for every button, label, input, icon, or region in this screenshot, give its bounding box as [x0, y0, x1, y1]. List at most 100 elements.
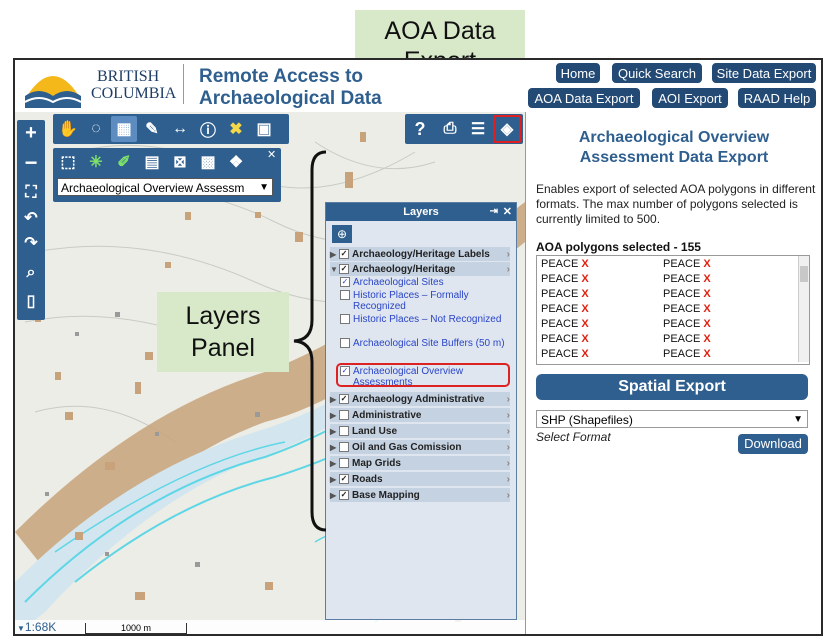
layer-checkbox[interactable]: ✓: [339, 264, 349, 274]
expand-icon[interactable]: ▶: [330, 427, 337, 436]
eraser-icon[interactable]: ✎: [139, 116, 165, 142]
collapse-icon[interactable]: ▼: [330, 265, 338, 274]
expand-icon[interactable]: ▶: [330, 491, 337, 500]
zoom-out-icon[interactable]: −: [18, 150, 44, 176]
remove-polygon-icon[interactable]: X: [703, 273, 710, 285]
layer-checkbox[interactable]: [340, 314, 350, 324]
layer-checkbox[interactable]: ✓: [340, 277, 350, 287]
clear-icon[interactable]: ✖: [223, 116, 249, 142]
zoom-in-icon[interactable]: +: [18, 120, 44, 146]
layer-group-administrative[interactable]: ▶ Administrative ›: [330, 408, 510, 422]
layer-checkbox[interactable]: ✓: [339, 249, 349, 259]
sublayer-site-buffers[interactable]: Archaeological Site Buffers (50 m): [340, 338, 508, 349]
lasso-select-icon[interactable]: ◌: [83, 116, 109, 142]
next-extent-icon[interactable]: ↷: [18, 230, 44, 256]
expand-icon[interactable]: ▶: [330, 459, 337, 468]
layer-group-map-grids[interactable]: ▶ Map Grids ›: [330, 456, 510, 470]
remove-polygon-icon[interactable]: X: [703, 288, 710, 300]
remove-polygon-icon[interactable]: X: [703, 333, 710, 345]
search-icon[interactable]: ⌕: [18, 260, 44, 286]
layer-group-base-mapping[interactable]: ▶ ✓ Base Mapping ›: [330, 488, 510, 502]
layer-checkbox[interactable]: ✓: [339, 474, 349, 484]
select-polygon-icon[interactable]: ✐: [111, 149, 137, 175]
polygon-name: PEACE: [663, 288, 701, 300]
layer-checkbox[interactable]: [339, 442, 349, 452]
add-layer-icon[interactable]: ⊕: [332, 225, 352, 243]
save-icon[interactable]: ▣: [251, 116, 277, 142]
layer-group-heritage[interactable]: ▼ ✓ Archaeology/Heritage ›: [330, 262, 510, 276]
remove-polygon-icon[interactable]: X: [581, 288, 588, 300]
select-buffer-icon[interactable]: ▩: [195, 149, 221, 175]
expand-icon[interactable]: ▶: [330, 475, 337, 484]
remove-polygon-icon[interactable]: X: [581, 348, 588, 360]
clear-selection-icon[interactable]: ⊠: [167, 149, 193, 175]
sublayer-archaeological-sites[interactable]: ✓ Archaeological Sites: [340, 277, 508, 288]
close-icon[interactable]: ✕: [503, 203, 512, 221]
export-format-select[interactable]: SHP (Shapefiles) ▼: [536, 410, 808, 428]
close-icon[interactable]: ✕: [267, 148, 276, 161]
selected-polygons-list[interactable]: PEACE X PEACE X PEACE X PEACE X PEACE X PEACE…: [536, 255, 810, 365]
remove-polygon-icon[interactable]: X: [581, 303, 588, 315]
bookmarks-icon[interactable]: ▯: [18, 288, 44, 314]
raad-help-button[interactable]: RAAD Help: [737, 87, 817, 109]
scale-menu-icon: ▼: [17, 624, 25, 633]
help-icon[interactable]: ?: [407, 116, 433, 142]
layer-checkbox[interactable]: [340, 338, 350, 348]
scale-ratio[interactable]: ▼1:68K: [17, 620, 56, 634]
select-point-icon[interactable]: ✳: [83, 149, 109, 175]
print-icon[interactable]: ⎙: [437, 116, 463, 142]
layer-checkbox[interactable]: [339, 410, 349, 420]
select-line-icon[interactable]: ▤: [139, 149, 165, 175]
expand-icon[interactable]: ▶: [330, 411, 337, 420]
legend-icon[interactable]: ☰: [465, 116, 491, 142]
remove-polygon-icon[interactable]: X: [703, 303, 710, 315]
measure-icon[interactable]: ↔: [167, 116, 193, 142]
aoa-data-export-button[interactable]: AOA Data Export: [527, 87, 641, 109]
select-layer-icon[interactable]: ❖: [223, 149, 249, 175]
layer-checkbox[interactable]: [340, 290, 350, 300]
sublayer-historic-places-not[interactable]: Historic Places – Not Recognized: [340, 314, 508, 325]
remove-polygon-icon[interactable]: X: [581, 273, 588, 285]
remove-polygon-icon[interactable]: X: [703, 348, 710, 360]
export-format-value: SHP (Shapefiles): [541, 413, 633, 427]
app-header: BRITISH COLUMBIA Remote Access to Archae…: [15, 60, 821, 112]
layer-group-oil-gas[interactable]: ▶ Oil and Gas Comission ›: [330, 440, 510, 454]
identify-icon[interactable]: ⓘ: [195, 116, 221, 142]
list-scrollbar[interactable]: [798, 256, 809, 362]
layer-checkbox[interactable]: [339, 426, 349, 436]
layer-checkbox[interactable]: ✓: [340, 366, 350, 376]
expand-icon[interactable]: ▶: [330, 395, 337, 404]
selected-polygon-item: PEACE X: [541, 258, 589, 270]
layer-checkbox[interactable]: ✓: [339, 394, 349, 404]
quick-search-button[interactable]: Quick Search: [611, 62, 703, 84]
remove-polygon-icon[interactable]: X: [703, 318, 710, 330]
layer-group-archaeology-admin[interactable]: ▶ ✓ Archaeology Administrative ›: [330, 392, 510, 406]
site-data-export-button[interactable]: Site Data Export: [711, 62, 817, 84]
previous-extent-icon[interactable]: ↶: [18, 205, 44, 231]
layer-group-land-use[interactable]: ▶ Land Use ›: [330, 424, 510, 438]
sublayer-historic-places-formal[interactable]: Historic Places – Formally Recognized: [340, 290, 508, 312]
remove-polygon-icon[interactable]: X: [581, 333, 588, 345]
layers-icon[interactable]: ◈: [493, 115, 521, 143]
box-select-icon[interactable]: ▦: [111, 116, 137, 142]
dock-icon[interactable]: ⇥: [490, 203, 498, 221]
layer-checkbox[interactable]: [339, 458, 349, 468]
expand-icon[interactable]: ▶: [330, 250, 337, 259]
sublayer-aoa[interactable]: ✓ Archaeological Overview Assessments: [340, 366, 508, 388]
select-rectangle-icon[interactable]: ⬚: [55, 149, 81, 175]
home-button[interactable]: Home: [555, 62, 601, 84]
selection-layer-select[interactable]: Archaeological Overview Assessm ▼: [57, 178, 273, 196]
layer-checkbox[interactable]: ✓: [339, 490, 349, 500]
full-extent-icon[interactable]: ⛶: [18, 180, 44, 206]
remove-polygon-icon[interactable]: X: [581, 318, 588, 330]
remove-polygon-icon[interactable]: X: [703, 258, 710, 270]
layer-group-heritage-labels[interactable]: ▶ ✓ Archaeology/Heritage Labels ›: [330, 247, 510, 261]
download-button[interactable]: Download: [738, 434, 808, 454]
aoi-export-button[interactable]: AOI Export: [651, 87, 729, 109]
remove-polygon-icon[interactable]: X: [581, 258, 588, 270]
layer-group-roads[interactable]: ▶ ✓ Roads ›: [330, 472, 510, 486]
map-view[interactable]: + − ⛶ ↶ ↷ ⌕ ▯ ✋ ◌ ▦ ✎ ↔ ⓘ ✖ ▣ ⬚ ✳ ✐ ▤ ⊠ …: [15, 112, 525, 634]
expand-icon[interactable]: ▶: [330, 443, 337, 452]
scrollbar-thumb[interactable]: [800, 266, 808, 282]
pan-icon[interactable]: ✋: [55, 116, 81, 142]
